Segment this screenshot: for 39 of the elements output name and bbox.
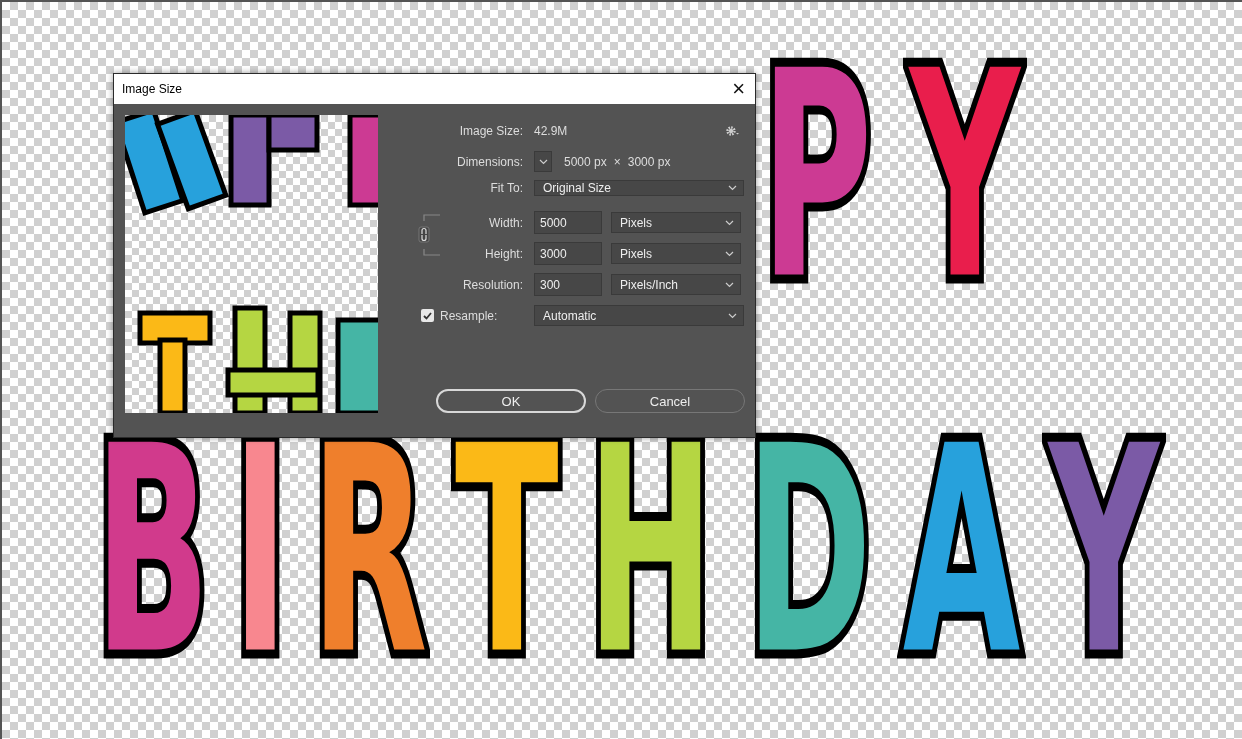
height-dimension: 3000 px: [627, 154, 671, 169]
field-label: Fit To:: [489, 181, 524, 195]
resample-label: Resample:: [440, 308, 498, 323]
artwork-letter: B: [94, 409, 211, 695]
caret-icon: [725, 219, 734, 226]
field-label: Height:: [483, 246, 524, 261]
image-size-value: 42.9M: [534, 123, 568, 138]
caret-icon: [728, 312, 737, 319]
field-label: Resolution:: [461, 277, 524, 292]
caret-icon: [728, 185, 737, 191]
dialog-title: Image Size: [122, 82, 183, 96]
caret-icon: [725, 281, 734, 288]
resample-checkbox[interactable]: [421, 309, 434, 322]
field-label: Dimensions:: [455, 154, 524, 169]
artwork-letter: P: [760, 34, 873, 320]
close-button[interactable]: ×: [730, 78, 747, 100]
width-dimension: 5000 px: [564, 154, 607, 169]
artwork-letter: I: [231, 409, 289, 695]
dimensions-dropdown[interactable]: [534, 151, 552, 172]
link-icon[interactable]: [418, 213, 442, 257]
artwork-letter: R: [310, 409, 428, 695]
gear-icon[interactable]: [726, 124, 740, 137]
check-icon: [423, 311, 432, 320]
fit-to-dropdown[interactable]: Original Size: [534, 180, 744, 196]
times-sign: ×: [613, 154, 621, 169]
number-field[interactable]: 3000: [534, 242, 602, 265]
number-field[interactable]: 5000: [534, 211, 602, 234]
field-label: Width:: [488, 215, 524, 230]
unit-dropdown[interactable]: Pixels: [611, 243, 741, 264]
number-field[interactable]: 300: [534, 273, 602, 296]
caret-icon: [725, 250, 734, 257]
cancel-button[interactable]: Cancel: [595, 389, 745, 413]
caret-icon: [538, 158, 548, 165]
field-label: Image Size:: [458, 123, 524, 138]
resample-dropdown[interactable]: Automatic: [534, 305, 744, 326]
unit-dropdown[interactable]: Pixels/Inch: [611, 274, 741, 295]
unit-dropdown[interactable]: Pixels: [611, 212, 741, 233]
ok-button[interactable]: OK: [436, 389, 586, 413]
artwork-letter: D: [746, 409, 873, 695]
